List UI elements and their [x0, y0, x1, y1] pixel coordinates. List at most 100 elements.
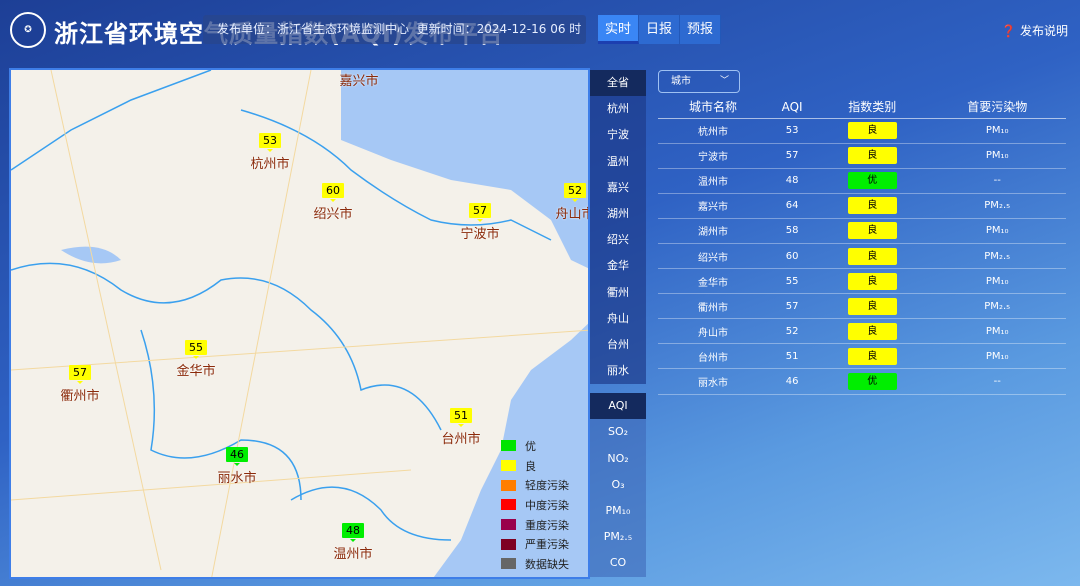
- aqi-map[interactable]: 嘉兴市 53 杭州市 60 绍兴市 57 宁波市 52 舟山市 55 金华市 57 衢州市 51 台州市 4…: [9, 68, 590, 579]
- side-city-item[interactable]: 绍兴: [590, 227, 646, 254]
- level-cell: 良: [816, 293, 929, 320]
- table-row[interactable]: 舟山市 52 良 PM₁₀: [658, 318, 1066, 345]
- aqi-marker[interactable]: 53: [259, 133, 281, 152]
- header: ✪ 浙江省环境空气质量指数(AQI)发布平台 发布单位：浙江省生态环境监测中心 …: [0, 0, 1080, 60]
- side-nav: 全省 杭州 宁波 温州 嘉兴 湖州 绍兴 金华 衢州 舟山 台州 丽水 AQI SO₂ NO₂ O₃ PM₁₀…: [590, 70, 646, 577]
- table-row[interactable]: 杭州市 53 良 PM₁₀: [658, 118, 1066, 144]
- side-pollutant-item[interactable]: O₃: [590, 471, 646, 498]
- table-row[interactable]: 绍兴市 60 良 PM₂.₅: [658, 243, 1066, 270]
- city-label: 衢州市: [60, 389, 100, 404]
- city-label: 温州市: [333, 547, 373, 562]
- table-row[interactable]: 金华市 55 良 PM₁₀: [658, 268, 1066, 295]
- col-city: 城市名称: [658, 96, 769, 119]
- side-city-item[interactable]: 舟山: [590, 305, 646, 332]
- side-pollutant-item[interactable]: PM₂.₅: [590, 524, 646, 551]
- view-tabs: 实时 日报 预报: [598, 15, 721, 44]
- level-badge: 优: [847, 372, 897, 390]
- side-city-item[interactable]: 台州: [590, 331, 646, 359]
- table-row[interactable]: 湖州市 58 良 PM₁₀: [658, 218, 1066, 244]
- city-label: 杭州市: [250, 157, 290, 172]
- table-row[interactable]: 宁波市 57 良 PM₁₀: [658, 143, 1066, 169]
- city-name: 湖州市: [658, 218, 769, 244]
- level-badge: 良: [847, 122, 897, 140]
- city-name: 丽水市: [658, 368, 769, 395]
- aqi-marker[interactable]: 55: [185, 340, 207, 359]
- primary-pollutant: PM₁₀: [928, 143, 1066, 169]
- city-name: 衢州市: [658, 293, 769, 320]
- side-city-item[interactable]: 温州: [590, 148, 646, 175]
- city-label: 丽水市: [217, 471, 257, 486]
- primary-pollutant: PM₁₀: [928, 118, 1066, 144]
- level-badge: 良: [847, 322, 897, 340]
- col-level: 指数类别: [816, 96, 929, 119]
- legend-label: 良: [525, 459, 536, 473]
- level-cell: 良: [816, 193, 929, 219]
- table-row[interactable]: 衢州市 57 良 PM₂.₅: [658, 293, 1066, 320]
- aqi-marker[interactable]: 60: [322, 183, 344, 202]
- select-value: 城市: [671, 76, 691, 87]
- aqi-marker[interactable]: 51: [450, 408, 472, 427]
- legend-swatch: [501, 460, 516, 472]
- aqi-marker[interactable]: 52: [564, 183, 586, 202]
- city-name: 金华市: [658, 268, 769, 295]
- tab-daily[interactable]: 日报: [639, 15, 680, 44]
- city-label: 台州市: [441, 432, 481, 447]
- aqi-marker[interactable]: 57: [69, 365, 91, 384]
- aqi-value: 48: [768, 168, 817, 194]
- side-city-item[interactable]: 衢州: [590, 279, 646, 306]
- side-city-item[interactable]: 湖州: [590, 200, 646, 228]
- col-aqi: AQI: [768, 96, 817, 119]
- city-name: 嘉兴市: [658, 193, 769, 219]
- tab-realtime[interactable]: 实时: [598, 15, 639, 44]
- side-pollutant-item[interactable]: PM₁₀: [590, 498, 646, 525]
- aqi-value: 58: [768, 218, 817, 244]
- aqi-value: 55: [768, 268, 817, 295]
- help-label: 发布说明: [1019, 24, 1068, 38]
- primary-pollutant: PM₁₀: [928, 268, 1066, 295]
- legend-swatch: [501, 519, 516, 531]
- side-city-item[interactable]: 杭州: [590, 96, 646, 123]
- legend-swatch: [501, 440, 516, 452]
- level-cell: 良: [816, 243, 929, 270]
- table-row[interactable]: 温州市 48 优 --: [658, 168, 1066, 194]
- table-row[interactable]: 台州市 51 良 PM₁₀: [658, 343, 1066, 370]
- aqi-value: 64: [768, 193, 817, 219]
- level-cell: 良: [816, 343, 929, 370]
- legend-item: 中度污染: [501, 495, 569, 515]
- side-city-item[interactable]: 全省: [590, 70, 646, 97]
- table-row[interactable]: 嘉兴市 64 良 PM₂.₅: [658, 193, 1066, 219]
- city-label: 舟山市: [555, 207, 588, 222]
- level-cell: 良: [816, 318, 929, 345]
- side-city-item[interactable]: 嘉兴: [590, 174, 646, 201]
- side-city-item[interactable]: 丽水: [590, 358, 646, 385]
- aqi-value: 60: [768, 243, 817, 270]
- table-row[interactable]: 丽水市 46 优 --: [658, 368, 1066, 395]
- side-pollutant-item[interactable]: AQI: [590, 393, 646, 420]
- tab-forecast[interactable]: 预报: [680, 15, 721, 44]
- region-select[interactable]: 城市 ﹀: [658, 70, 740, 93]
- side-pollutant-item[interactable]: NO₂: [590, 445, 646, 472]
- side-pollutant-item[interactable]: SO₂: [590, 419, 646, 446]
- city-table-panel: 城市 ﹀ 城市名称 AQI 指数类别 首要污染物 杭州市 53 良 PM₁₀ 宁波市 57 良…: [658, 70, 1066, 395]
- update-time: 更新时间：2024-12-16 06 时: [416, 22, 582, 36]
- city-name: 杭州市: [658, 118, 769, 144]
- help-link[interactable]: ❓ 发布说明: [1001, 22, 1068, 39]
- legend-label: 重度污染: [525, 518, 569, 532]
- side-pollutant-item[interactable]: CO: [590, 550, 646, 577]
- aqi-value: 46: [768, 368, 817, 395]
- side-city-item[interactable]: 金华: [590, 253, 646, 280]
- city-name: 绍兴市: [658, 243, 769, 270]
- level-badge: 良: [847, 272, 897, 290]
- side-city-item[interactable]: 宁波: [590, 122, 646, 149]
- city-label: 嘉兴市: [339, 74, 379, 89]
- aqi-marker[interactable]: 48: [342, 523, 364, 542]
- level-cell: 优: [816, 368, 929, 395]
- aqi-marker[interactable]: 46: [226, 447, 248, 466]
- city-label: 宁波市: [460, 227, 500, 242]
- level-badge: 良: [847, 222, 897, 240]
- aqi-marker[interactable]: 57: [469, 203, 491, 222]
- legend-item: 数据缺失: [501, 554, 569, 574]
- primary-pollutant: PM₂.₅: [928, 193, 1066, 219]
- legend-label: 优: [525, 439, 536, 453]
- level-badge: 良: [847, 197, 897, 215]
